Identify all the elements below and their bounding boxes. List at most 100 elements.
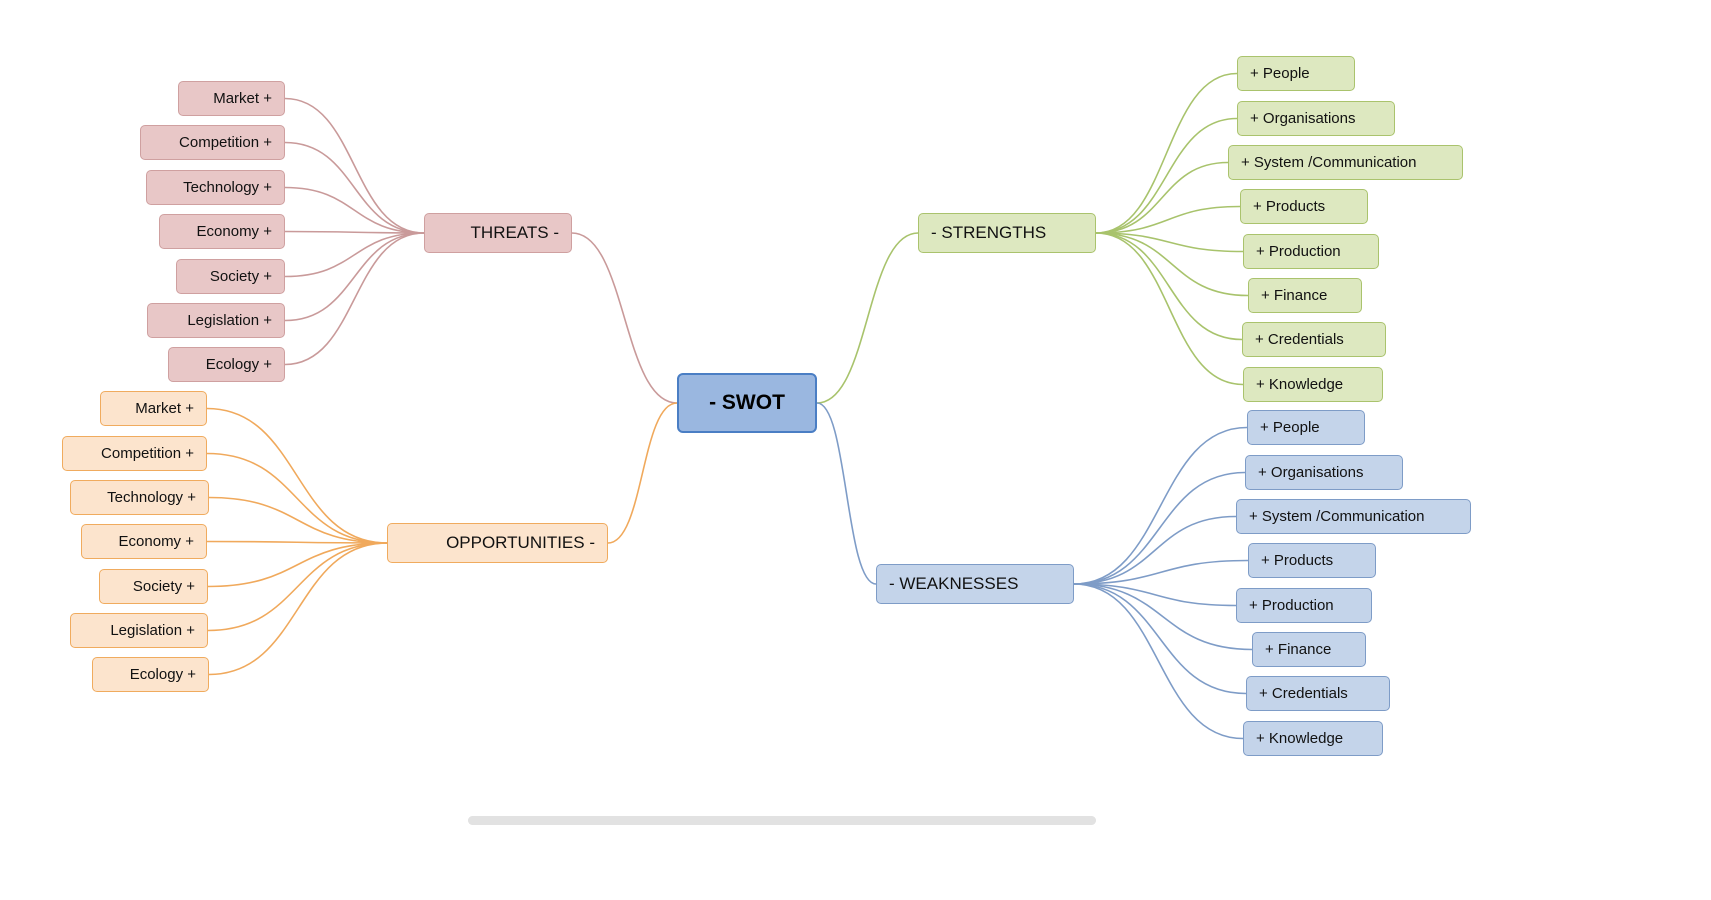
child-node-opportunities-3[interactable]: Economy + — [81, 524, 207, 559]
child-node-weaknesses-3[interactable]: + Products — [1248, 543, 1376, 578]
connector-edge — [284, 232, 425, 322]
child-node-threats-2-label: Technology + — [183, 179, 272, 196]
child-node-opportunities-2-label: Technology + — [107, 489, 196, 506]
child-node-strengths-3-label: + Products — [1253, 198, 1326, 215]
connector-edge — [208, 496, 388, 544]
connector-edge — [1095, 232, 1244, 386]
child-node-strengths-2-label: + System /Communication — [1241, 154, 1417, 171]
child-node-threats-6[interactable]: Ecology + — [168, 347, 285, 382]
child-node-strengths-2[interactable]: + System /Communication — [1228, 145, 1463, 180]
connector-edge — [207, 542, 388, 588]
connector-edge — [1095, 232, 1244, 253]
child-node-opportunities-5-label: Legislation + — [110, 622, 195, 639]
child-node-opportunities-0[interactable]: Market + — [100, 391, 207, 426]
child-node-opportunities-4-label: Society + — [132, 578, 195, 595]
child-node-opportunities-5[interactable]: Legislation + — [70, 613, 208, 648]
connector-edge — [284, 97, 425, 234]
connector-edge — [1073, 426, 1248, 585]
branch-node-strengths[interactable]: - STRENGTHS — [918, 213, 1096, 253]
connector-edge — [284, 141, 425, 234]
child-node-threats-5[interactable]: Legislation + — [147, 303, 285, 338]
child-node-strengths-4[interactable]: + Production — [1243, 234, 1379, 269]
child-node-threats-4[interactable]: Society + — [176, 259, 285, 294]
child-node-strengths-1[interactable]: + Organisations — [1237, 101, 1395, 136]
child-node-strengths-4-label: + Production — [1256, 243, 1341, 260]
connector-edge — [1073, 471, 1246, 585]
branch-node-weaknesses[interactable]: - WEAKNESSES — [876, 564, 1074, 604]
child-node-strengths-5-label: + Finance — [1261, 287, 1328, 304]
child-node-weaknesses-0[interactable]: + People — [1247, 410, 1365, 445]
connector-edge — [1095, 205, 1241, 234]
connector-edge — [1073, 583, 1247, 695]
child-node-weaknesses-2-label: + System /Communication — [1249, 508, 1425, 525]
branch-node-threats[interactable]: THREATS - — [424, 213, 572, 253]
child-node-weaknesses-7-label: + Knowledge — [1256, 730, 1344, 747]
child-node-threats-4-label: Society + — [209, 268, 272, 285]
connector-edge — [1073, 583, 1237, 607]
child-node-opportunities-1[interactable]: Competition + — [62, 436, 207, 471]
child-node-strengths-6-label: + Credentials — [1255, 331, 1344, 348]
child-node-weaknesses-5[interactable]: + Finance — [1252, 632, 1366, 667]
child-node-strengths-7-label: + Knowledge — [1256, 376, 1344, 393]
connector-edge — [571, 232, 678, 404]
connector-edge — [206, 540, 388, 544]
connector-edge — [1095, 72, 1238, 234]
child-node-weaknesses-5-label: + Finance — [1265, 641, 1332, 658]
connector-edge — [607, 402, 678, 544]
connector-edge — [207, 542, 388, 632]
child-node-threats-0[interactable]: Market + — [178, 81, 285, 116]
connector-edge — [816, 232, 919, 404]
connector-edge — [1073, 559, 1249, 585]
child-node-opportunities-4[interactable]: Society + — [99, 569, 208, 604]
connector-edge — [206, 407, 388, 544]
child-node-opportunities-0-label: Market + — [135, 400, 194, 417]
child-node-opportunities-2[interactable]: Technology + — [70, 480, 209, 515]
scrollbar-thumb[interactable] — [468, 816, 1096, 825]
connector-edge — [1095, 117, 1238, 234]
child-node-weaknesses-4-label: + Production — [1249, 597, 1334, 614]
child-node-threats-3[interactable]: Economy + — [159, 214, 285, 249]
branch-node-weaknesses-label: - WEAKNESSES — [889, 574, 1019, 593]
child-node-strengths-0[interactable]: + People — [1237, 56, 1355, 91]
connector-edge — [206, 452, 388, 544]
connector-edge — [1095, 232, 1249, 297]
child-node-strengths-6[interactable]: + Credentials — [1242, 322, 1386, 357]
child-node-threats-1-label: Competition + — [179, 134, 272, 151]
child-node-weaknesses-1[interactable]: + Organisations — [1245, 455, 1403, 490]
child-node-opportunities-3-label: Economy + — [118, 533, 194, 550]
child-node-opportunities-6-label: Ecology + — [129, 666, 196, 683]
connector-edge — [284, 186, 425, 234]
child-node-weaknesses-3-label: + Products — [1261, 552, 1334, 569]
child-node-opportunities-1-label: Competition + — [101, 445, 194, 462]
child-node-threats-2[interactable]: Technology + — [146, 170, 285, 205]
root-node[interactable]: - SWOT — [677, 373, 817, 433]
child-node-threats-1[interactable]: Competition + — [140, 125, 285, 160]
child-node-strengths-7[interactable]: + Knowledge — [1243, 367, 1383, 402]
child-node-weaknesses-0-label: + People — [1260, 419, 1320, 436]
connector-edge — [284, 232, 425, 366]
child-node-threats-6-label: Ecology + — [205, 356, 272, 373]
horizontal-scrollbar[interactable] — [468, 816, 1096, 825]
connector-edge — [1095, 232, 1243, 341]
branch-node-opportunities[interactable]: OPPORTUNITIES - — [387, 523, 608, 563]
child-node-strengths-5[interactable]: + Finance — [1248, 278, 1362, 313]
child-node-weaknesses-2[interactable]: + System /Communication — [1236, 499, 1471, 534]
child-node-threats-5-label: Legislation + — [187, 312, 272, 329]
connector-edge — [284, 232, 425, 278]
child-node-opportunities-6[interactable]: Ecology + — [92, 657, 209, 692]
branch-node-opportunities-label: OPPORTUNITIES - — [446, 533, 595, 552]
connector-edge — [816, 402, 877, 585]
child-node-weaknesses-4[interactable]: + Production — [1236, 588, 1372, 623]
connector-edge — [1073, 583, 1253, 651]
child-node-weaknesses-7[interactable]: + Knowledge — [1243, 721, 1383, 756]
child-node-threats-3-label: Economy + — [196, 223, 272, 240]
child-node-weaknesses-1-label: + Organisations — [1258, 464, 1364, 481]
branch-node-threats-label: THREATS - — [470, 223, 559, 242]
connector-edge — [1095, 161, 1229, 234]
connector-edge — [1073, 515, 1237, 585]
root-node-label: - SWOT — [709, 391, 785, 414]
child-node-weaknesses-6[interactable]: + Credentials — [1246, 676, 1390, 711]
child-node-threats-0-label: Market + — [213, 90, 272, 107]
child-node-strengths-3[interactable]: + Products — [1240, 189, 1368, 224]
child-node-weaknesses-6-label: + Credentials — [1259, 685, 1348, 702]
